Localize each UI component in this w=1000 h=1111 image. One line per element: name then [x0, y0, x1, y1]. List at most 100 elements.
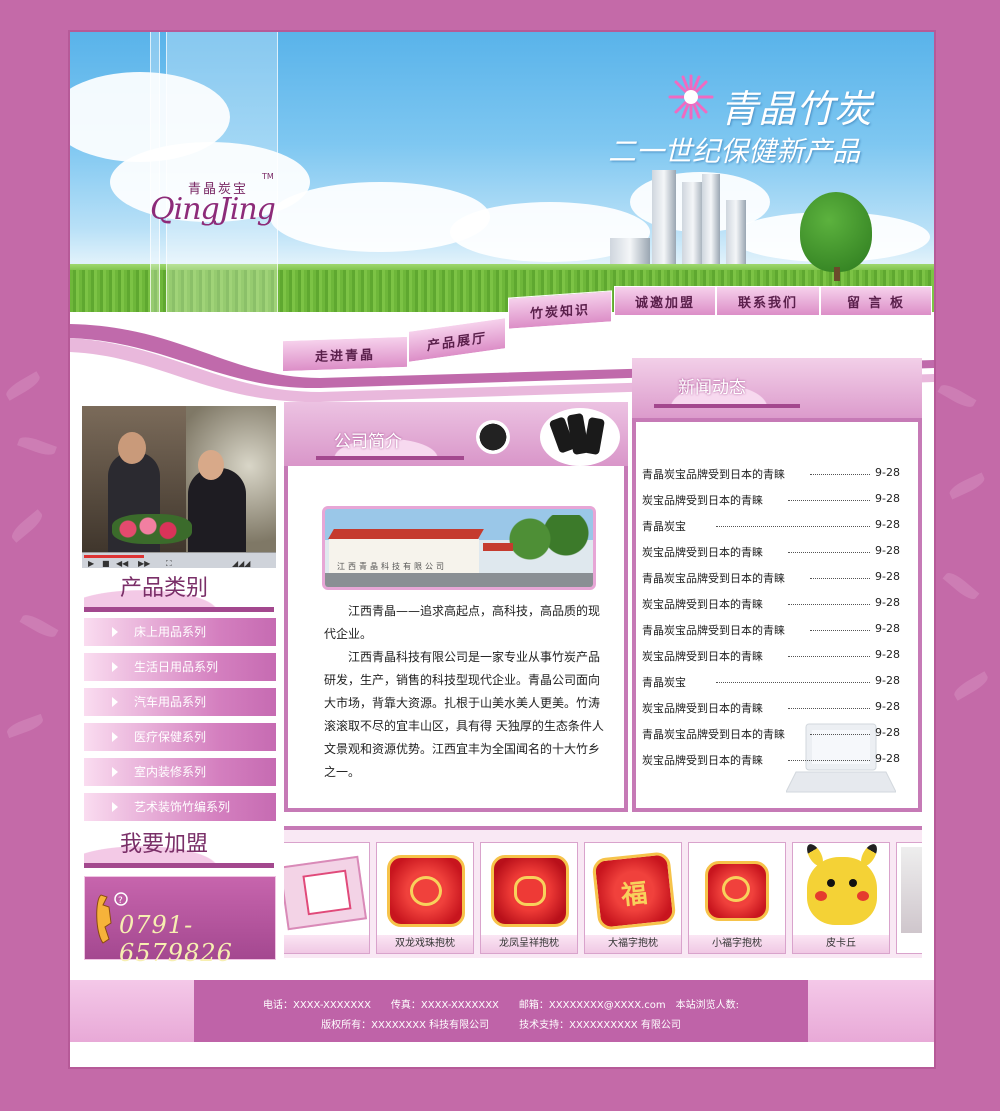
nav-label: 走进青晶: [314, 347, 375, 365]
news-item-date: 9-28: [875, 752, 900, 765]
arrow-right-icon: [112, 732, 118, 742]
volume-icon[interactable]: ◢◢◢: [232, 559, 250, 568]
product-item[interactable]: 龙凤呈祥抱枕: [480, 842, 578, 954]
news-item-date: 9-28: [875, 622, 900, 635]
pillow-motif: [514, 876, 546, 906]
factory-photo: 江西青晶科技有限公司: [322, 506, 596, 590]
pillow-motif: [410, 876, 442, 906]
building: [702, 174, 720, 274]
footer-copyright: 版权所有：XXXXXXXX 科技有限公司 技术支持：XXXXXXXXXX 有限公…: [321, 1020, 681, 1031]
pillow-small-fu-icon: [693, 847, 781, 933]
banner-slogan-sub: 二一世纪保健新产品: [608, 135, 861, 168]
product-item[interactable]: 皮卡丘: [792, 841, 890, 954]
video-progress[interactable]: [84, 555, 144, 558]
nav-label: 联系我们: [737, 295, 798, 311]
play-icon[interactable]: ▶: [88, 559, 94, 568]
news-item-dots: [788, 552, 870, 553]
news-item[interactable]: 炭宝品牌受到日本的青睐 9-28: [642, 544, 900, 564]
news-item-title: 炭宝品牌受到日本的青睐: [642, 650, 763, 663]
video-flowers: [112, 514, 192, 544]
news-item-dots: [788, 604, 870, 605]
product-item[interactable]: 福 大福字抱枕: [584, 842, 682, 954]
product-item-partial[interactable]: [896, 842, 922, 954]
news-title-text: 新闻动态: [678, 378, 746, 398]
product-carousel[interactable]: 双龙戏珠抱枕 龙凤呈祥抱枕 福 大福字抱枕 小福字抱枕 皮卡丘: [284, 826, 922, 958]
product-item[interactable]: 小福字抱枕: [688, 842, 786, 954]
forward-icon[interactable]: ▶▶: [138, 559, 150, 568]
pikachu-eye: [849, 879, 857, 887]
news-item[interactable]: 炭宝品牌受到日本的青睐 9-28: [642, 700, 900, 720]
pikachu-cheek: [857, 891, 869, 901]
pillow: 福: [591, 851, 677, 931]
news-item-title: 青晶炭宝品牌受到日本的青睐: [642, 624, 785, 637]
pillow: [491, 855, 569, 927]
footer-contact: 电话：XXXX-XXXXXXX 传真：XXXX-XXXXXXX 邮箱：XXXXX…: [262, 1000, 740, 1011]
bamboo-decoration-right: [937, 360, 998, 860]
fullscreen-icon[interactable]: ⛶: [166, 559, 172, 569]
category-item-daily[interactable]: 生活日用品系列: [84, 653, 276, 681]
nav-label: 留 言 板: [846, 295, 906, 311]
company-header: 公司简介: [284, 402, 628, 466]
news-item[interactable]: 青晶炭宝 9-28: [642, 674, 900, 694]
news-item[interactable]: 炭宝品牌受到日本的青睐 9-28: [642, 596, 900, 616]
pillow-phoenix-icon: [485, 847, 573, 933]
news-item-dots: [810, 474, 870, 475]
product-caption: 小福字抱枕: [689, 935, 785, 953]
product-item[interactable]: 双龙戏珠抱枕: [376, 842, 474, 954]
stop-icon[interactable]: ■: [102, 559, 110, 568]
news-item-date: 9-28: [875, 596, 900, 609]
glass-pane: [150, 32, 160, 312]
news-item-dots: [788, 708, 870, 709]
news-item[interactable]: 青晶炭宝品牌受到日本的青睐 9-28: [642, 570, 900, 590]
news-item[interactable]: 青晶炭宝 9-28: [642, 518, 900, 538]
flower-icon: [668, 74, 714, 120]
news-item[interactable]: 青晶炭宝品牌受到日本的青睐 9-28: [642, 726, 900, 746]
page-container: TM 青晶炭宝 QingJing 青晶竹炭 二一世纪保健新产品 走进青晶 产品展…: [70, 32, 934, 1067]
nav-item-about[interactable]: 走进青晶: [282, 335, 408, 373]
company-intro-1: 江西青晶——追求高起点，高科技，高品质的现代企业。: [324, 604, 601, 641]
category-item-interior[interactable]: 室内装修系列: [84, 758, 276, 786]
tree-trunk: [834, 267, 840, 281]
news-item[interactable]: 炭宝品牌受到日本的青睐 9-28: [642, 492, 900, 512]
news-item-title: 炭宝品牌受到日本的青睐: [642, 702, 763, 715]
category-item-bedding[interactable]: 床上用品系列: [84, 618, 276, 646]
category-item-health[interactable]: 医疗保健系列: [84, 723, 276, 751]
news-item-date: 9-28: [875, 648, 900, 661]
news-item[interactable]: 炭宝品牌受到日本的青睐 9-28: [642, 648, 900, 668]
news-item-title: 炭宝品牌受到日本的青睐: [642, 598, 763, 611]
charcoal-stick: [582, 416, 606, 456]
footer-spacer: [70, 1042, 934, 1067]
news-item[interactable]: 炭宝品牌受到日本的青睐 9-28: [642, 752, 900, 772]
category-item-art[interactable]: 艺术装饰竹编系列: [84, 793, 276, 821]
banner-slogan-main: 青晶竹炭: [720, 87, 873, 131]
category-label: 生活日用品系列: [134, 660, 219, 674]
phone-box: ? 0791-6579826: [84, 876, 276, 967]
join-title: 我要加盟: [84, 830, 274, 868]
news-title: 新闻动态: [644, 372, 800, 408]
news-item-date: 9-28: [875, 492, 900, 505]
tree: [800, 192, 872, 272]
news-item[interactable]: 青晶炭宝品牌受到日本的青睐 9-28: [642, 622, 900, 642]
nav-item-guestbook[interactable]: 留 言 板: [820, 286, 932, 316]
arrow-right-icon: [112, 662, 118, 672]
product-item[interactable]: [284, 842, 370, 954]
header-banner: TM 青晶炭宝 QingJing 青晶竹炭 二一世纪保健新产品: [70, 32, 934, 312]
pikachu-eye: [827, 879, 835, 887]
product-caption: 皮卡丘: [793, 935, 889, 953]
nav-item-contact[interactable]: 联系我们: [716, 286, 820, 316]
news-panel: 青晶炭宝品牌受到日本的青睐 9-28 炭宝品牌受到日本的青睐 9-28 青晶炭宝 9-…: [632, 418, 922, 812]
product-image: [901, 847, 922, 933]
news-item-dots: [788, 656, 870, 657]
news-item[interactable]: 青晶炭宝品牌受到日本的青睐 9-28: [642, 466, 900, 486]
nav-label: 产品展厅: [426, 330, 487, 354]
video-controls[interactable]: ▶ ■ ◀◀ ▶▶ ⛶ ◢◢◢: [82, 552, 276, 568]
building: [652, 170, 676, 274]
news-item-dots: [810, 734, 870, 735]
video-player[interactable]: [82, 406, 276, 566]
category-item-car[interactable]: 汽车用品系列: [84, 688, 276, 716]
rewind-icon[interactable]: ◀◀: [116, 559, 128, 568]
category-label: 室内装修系列: [134, 765, 207, 779]
news-item-dots: [716, 682, 870, 683]
nav-item-join[interactable]: 诚邀加盟: [614, 286, 716, 316]
footer: 电话：XXXX-XXXXXXX 传真：XXXX-XXXXXXX 邮箱：XXXXX…: [194, 980, 808, 1042]
